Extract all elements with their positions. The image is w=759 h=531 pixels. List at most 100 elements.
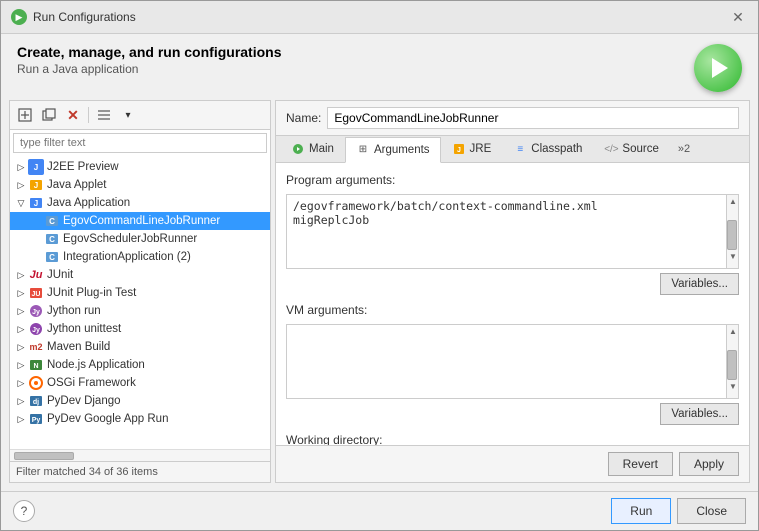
left-panel: ✕ ▾ ▷ J J2EE Preview ▷ xyxy=(9,100,271,483)
collapse-button[interactable] xyxy=(93,104,115,126)
scroll-down-icon[interactable]: ▼ xyxy=(727,250,738,263)
svg-text:Py: Py xyxy=(32,417,41,424)
name-input[interactable] xyxy=(327,107,739,129)
run-triangle-icon xyxy=(712,58,728,78)
nodejs-icon: N xyxy=(28,357,44,373)
run-button[interactable]: Run xyxy=(611,498,671,524)
scroll-thumb[interactable] xyxy=(727,220,737,250)
expand-icon: ▷ xyxy=(14,324,28,335)
tree-label: EgovCommandLineJobRunner xyxy=(63,215,220,227)
tree-item-jython-unit[interactable]: ▷ Jy Jython unittest xyxy=(10,320,270,338)
close-icon[interactable]: ✕ xyxy=(728,7,748,27)
tree-item-junit[interactable]: ▷ Ju JUnit xyxy=(10,266,270,284)
close-button[interactable]: Close xyxy=(677,498,746,524)
window-title: Run Configurations xyxy=(33,10,136,24)
filter-status: Filter matched 34 of 36 items xyxy=(10,461,270,482)
name-row: Name: xyxy=(276,101,749,136)
tab-classpath[interactable]: ≡ Classpath xyxy=(502,136,593,162)
dialog-bottom: ? Run Close xyxy=(1,491,758,530)
help-button[interactable]: ? xyxy=(13,500,35,522)
tree-label: PyDev Django xyxy=(47,395,121,407)
svg-text:Jy: Jy xyxy=(32,309,40,316)
working-dir-section: Working directory: Default: ${workspace_… xyxy=(286,433,739,445)
tree-item-java-applet[interactable]: ▷ J Java Applet xyxy=(10,176,270,194)
dropdown-button[interactable]: ▾ xyxy=(117,104,139,126)
vm-args-label: VM arguments: xyxy=(286,303,739,317)
tab-source[interactable]: </> Source xyxy=(593,136,669,162)
scroll-up-icon[interactable]: ▲ xyxy=(727,195,738,208)
osgi-icon xyxy=(28,375,44,391)
left-toolbar: ✕ ▾ xyxy=(10,101,270,130)
program-args-textarea[interactable] xyxy=(287,195,738,265)
expand-icon: ▽ xyxy=(14,198,28,209)
tab-arguments[interactable]: ⊞ Arguments xyxy=(345,137,441,163)
svg-text:C: C xyxy=(49,235,55,244)
expand-icon: ▷ xyxy=(14,396,28,407)
config-content: Program arguments: ▲ ▼ Variables... xyxy=(276,163,749,445)
run-circle-button[interactable] xyxy=(694,44,742,92)
main-tab-icon xyxy=(291,142,305,156)
tree-item-pydev-django[interactable]: ▷ dj PyDev Django xyxy=(10,392,270,410)
tree-item-osgi[interactable]: ▷ OSGi Framework xyxy=(10,374,270,392)
delete-config-button[interactable]: ✕ xyxy=(62,104,84,126)
tree-item-egov-sched[interactable]: C EgovSchedulerJobRunner xyxy=(10,230,270,248)
expand-icon: ▷ xyxy=(14,162,28,173)
tab-more[interactable]: »2 xyxy=(670,138,698,160)
variables-btn-2[interactable]: Variables... xyxy=(660,403,739,425)
junit-icon: Ju xyxy=(28,267,44,283)
tabs-bar: Main ⊞ Arguments J JRE ≡ Classpath xyxy=(276,136,749,163)
tab-source-label: Source xyxy=(622,143,658,155)
scroll-down-icon[interactable]: ▼ xyxy=(727,380,738,393)
tree-item-pydev-google[interactable]: ▷ Py PyDev Google App Run xyxy=(10,410,270,428)
textarea-scrollbar-1[interactable]: ▲ ▼ xyxy=(726,195,738,268)
textarea-scrollbar-2[interactable]: ▲ ▼ xyxy=(726,325,738,398)
tree-label: Maven Build xyxy=(47,341,110,353)
vm-args-textarea[interactable] xyxy=(287,325,738,395)
filter-input[interactable] xyxy=(13,133,267,153)
window-icon: ▶ xyxy=(11,9,27,25)
tree-item-egov-cmd[interactable]: C EgovCommandLineJobRunner xyxy=(10,212,270,230)
bottom-actions: Revert Apply xyxy=(276,445,749,482)
tree-label: Jython run xyxy=(47,305,101,317)
new-config-button[interactable] xyxy=(14,104,36,126)
tree-label: Jython unittest xyxy=(47,323,121,335)
tree-label: J2EE Preview xyxy=(47,161,119,173)
variables-btn-1[interactable]: Variables... xyxy=(660,273,739,295)
tree-label: JUnit xyxy=(47,269,73,281)
tab-jre[interactable]: J JRE xyxy=(441,136,503,162)
tree-item-nodejs[interactable]: ▷ N Node.js Application xyxy=(10,356,270,374)
apply-button[interactable]: Apply xyxy=(679,452,739,476)
svg-text:N: N xyxy=(33,363,38,370)
class-icon: C xyxy=(44,213,60,229)
tree-label: PyDev Google App Run xyxy=(47,413,168,425)
title-bar: ▶ Run Configurations ✕ xyxy=(1,1,758,34)
class-icon: C xyxy=(44,249,60,265)
pydev-django-icon: dj xyxy=(28,393,44,409)
tree-label: EgovSchedulerJobRunner xyxy=(63,233,197,245)
duplicate-config-button[interactable] xyxy=(38,104,60,126)
tree-item-junit-plugin[interactable]: ▷ JU JUnit Plug-in Test xyxy=(10,284,270,302)
program-args-label: Program arguments: xyxy=(286,173,739,187)
horizontal-scrollbar[interactable] xyxy=(10,449,270,461)
maven-icon: m2 xyxy=(28,339,44,355)
tree-item-maven[interactable]: ▷ m2 Maven Build xyxy=(10,338,270,356)
revert-button[interactable]: Revert xyxy=(608,452,673,476)
scroll-thumb[interactable] xyxy=(727,350,737,380)
expand-icon: ▷ xyxy=(14,414,28,425)
jre-tab-icon: J xyxy=(452,142,466,156)
tab-main[interactable]: Main xyxy=(280,136,345,162)
source-tab-icon: </> xyxy=(604,142,618,156)
tree-container: ▷ J J2EE Preview ▷ J Java Applet ▽ J xyxy=(10,156,270,449)
tree-item-integration[interactable]: C IntegrationApplication (2) xyxy=(10,248,270,266)
tree-label: Node.js Application xyxy=(47,359,145,371)
args-tab-icon: ⊞ xyxy=(356,143,370,157)
pydev-google-icon: Py xyxy=(28,411,44,427)
tree-label: OSGi Framework xyxy=(47,377,136,389)
scroll-up-icon[interactable]: ▲ xyxy=(727,325,738,338)
tree-item-jython-run[interactable]: ▷ Jy Jython run xyxy=(10,302,270,320)
jython-unit-icon: Jy xyxy=(28,321,44,337)
tree-item-java-app[interactable]: ▽ J Java Application xyxy=(10,194,270,212)
j2ee-icon: J xyxy=(28,159,44,175)
main-content: ✕ ▾ ▷ J J2EE Preview ▷ xyxy=(1,100,758,491)
tree-item-j2ee[interactable]: ▷ J J2EE Preview xyxy=(10,158,270,176)
